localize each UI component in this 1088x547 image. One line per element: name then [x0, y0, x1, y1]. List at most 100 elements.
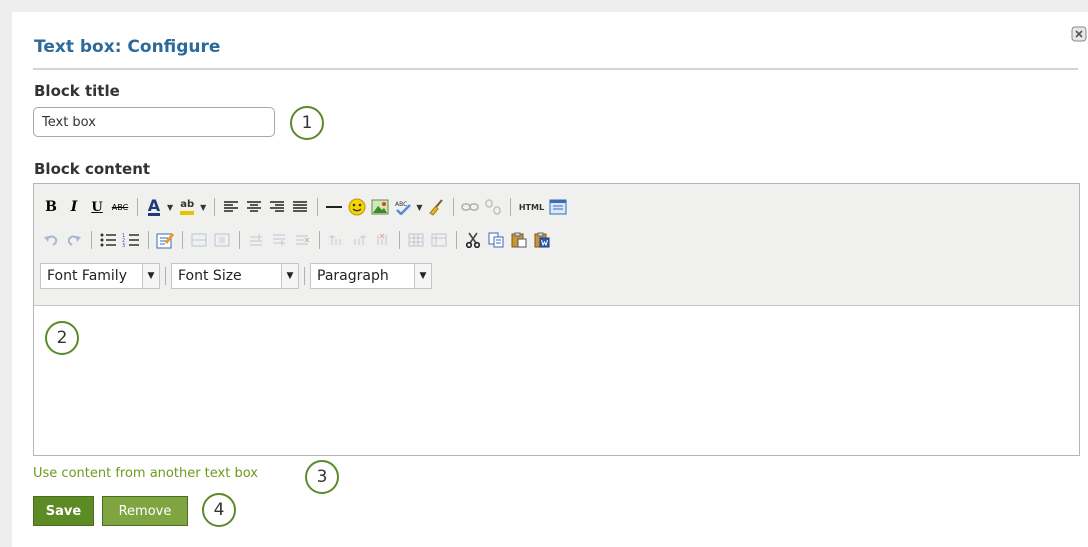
- toolbar-separator: [304, 267, 305, 285]
- insert-row-before-button[interactable]: [245, 229, 267, 251]
- numbered-list-button[interactable]: 123: [120, 229, 142, 251]
- table-cell-icon: [214, 233, 230, 247]
- format-select[interactable]: Paragraph ▼: [310, 263, 432, 289]
- toolbar-separator: [91, 231, 92, 249]
- justify-icon: [293, 201, 308, 212]
- highlight-button[interactable]: ab: [176, 196, 198, 218]
- edit-block-button[interactable]: [154, 229, 176, 251]
- numbered-list-icon: 123: [122, 233, 139, 248]
- toolbar-separator: [317, 198, 319, 216]
- callout-2: 2: [45, 321, 79, 355]
- callout-3: 3: [305, 460, 339, 494]
- highlight-dropdown-icon[interactable]: ▼: [200, 203, 206, 212]
- callout-4: 4: [202, 493, 236, 527]
- unlink-button[interactable]: [482, 196, 504, 218]
- delete-col-icon: [377, 233, 387, 245]
- bold-button[interactable]: B: [40, 196, 62, 218]
- close-icon[interactable]: [1071, 26, 1087, 42]
- bold-icon: B: [45, 199, 57, 215]
- split-cells-button[interactable]: [405, 229, 427, 251]
- toolbar-separator: [148, 231, 149, 249]
- unlink-icon: [485, 199, 502, 215]
- spellcheck-dropdown-icon[interactable]: ▼: [416, 203, 422, 212]
- spellcheck-button[interactable]: ABC: [392, 196, 414, 218]
- block-title-input[interactable]: [33, 107, 275, 137]
- italic-icon: I: [70, 199, 78, 215]
- toolbar-separator: [399, 231, 400, 249]
- toolbar-separator: [453, 198, 455, 216]
- svg-text:ABC: ABC: [395, 201, 407, 208]
- toolbar-row-2: 123: [40, 227, 554, 253]
- col-before-icon: [329, 235, 341, 245]
- insert-col-after-button[interactable]: [348, 229, 370, 251]
- align-left-icon: [224, 201, 239, 212]
- bullet-list-button[interactable]: [97, 229, 119, 251]
- toolbar-separator: [239, 231, 240, 249]
- underline-icon: U: [91, 199, 103, 215]
- align-left-button[interactable]: [220, 196, 242, 218]
- format-value: Paragraph: [317, 268, 389, 284]
- smiley-icon: [348, 198, 366, 216]
- callout-1: 1: [290, 106, 324, 140]
- broom-icon: [429, 199, 444, 216]
- horizontal-rule-icon: [326, 206, 343, 208]
- toolbar-separator: [165, 267, 166, 285]
- link-icon: [461, 203, 480, 211]
- link-button[interactable]: [459, 196, 481, 218]
- highlight-icon: ab: [180, 199, 195, 215]
- fullscreen-icon: [549, 199, 567, 215]
- insert-image-button[interactable]: [369, 196, 391, 218]
- toolbar-separator: [137, 198, 138, 216]
- merge-cells-button[interactable]: [428, 229, 450, 251]
- justify-button[interactable]: [289, 196, 311, 218]
- split-cells-icon: [408, 233, 424, 247]
- delete-col-button[interactable]: [371, 229, 393, 251]
- strikethrough-button[interactable]: ABC: [109, 196, 131, 218]
- col-after-icon: [354, 235, 366, 245]
- underline-button[interactable]: U: [86, 196, 108, 218]
- font-color-button[interactable]: A: [143, 196, 165, 218]
- delete-row-icon: [296, 235, 310, 245]
- undo-button[interactable]: [40, 229, 62, 251]
- table-cell-props-button[interactable]: [211, 229, 233, 251]
- insert-col-before-button[interactable]: [325, 229, 347, 251]
- save-button[interactable]: Save: [33, 496, 94, 526]
- redo-button[interactable]: [63, 229, 85, 251]
- delete-row-button[interactable]: [291, 229, 313, 251]
- toolbar-separator: [214, 198, 216, 216]
- edit-icon: [156, 233, 174, 249]
- block-content-label: Block content: [34, 160, 151, 178]
- strikethrough-icon: ABC: [111, 202, 129, 212]
- paste-button[interactable]: [508, 229, 530, 251]
- block-title-label: Block title: [34, 82, 120, 100]
- html-source-button[interactable]: HTML: [516, 196, 546, 218]
- italic-button[interactable]: I: [63, 196, 85, 218]
- toolbar-separator: [510, 198, 512, 216]
- font-family-value: Font Family: [47, 268, 127, 284]
- copy-button[interactable]: [485, 229, 507, 251]
- use-content-link[interactable]: Use content from another text box: [33, 466, 258, 481]
- align-right-button[interactable]: [266, 196, 288, 218]
- cut-button[interactable]: [462, 229, 484, 251]
- font-color-dropdown-icon[interactable]: ▼: [167, 203, 173, 212]
- paste-word-button[interactable]: [531, 229, 553, 251]
- table-row-props-button[interactable]: [188, 229, 210, 251]
- paste-icon: [511, 232, 527, 248]
- editor-content-area[interactable]: [34, 306, 1079, 455]
- insert-row-after-button[interactable]: [268, 229, 290, 251]
- merge-cells-icon: [431, 233, 447, 247]
- font-size-select[interactable]: Font Size ▼: [171, 263, 299, 289]
- fullscreen-button[interactable]: [547, 196, 569, 218]
- cleanup-button[interactable]: [425, 196, 447, 218]
- font-family-select[interactable]: Font Family ▼: [40, 263, 160, 289]
- chevron-down-icon: ▼: [281, 264, 298, 288]
- emoticon-button[interactable]: [346, 196, 368, 218]
- remove-button[interactable]: Remove: [102, 496, 188, 526]
- horizontal-rule-button[interactable]: [323, 196, 345, 218]
- toolbar-row-1: B I U ABC A ▼ ab ▼ ABC ▼ HTML: [40, 194, 570, 220]
- html-icon: HTML: [518, 202, 545, 212]
- toolbar-row-3: Font Family ▼ Font Size ▼ Paragraph ▼: [40, 263, 432, 289]
- align-center-button[interactable]: [243, 196, 265, 218]
- font-size-value: Font Size: [178, 268, 242, 284]
- redo-icon: [67, 235, 81, 246]
